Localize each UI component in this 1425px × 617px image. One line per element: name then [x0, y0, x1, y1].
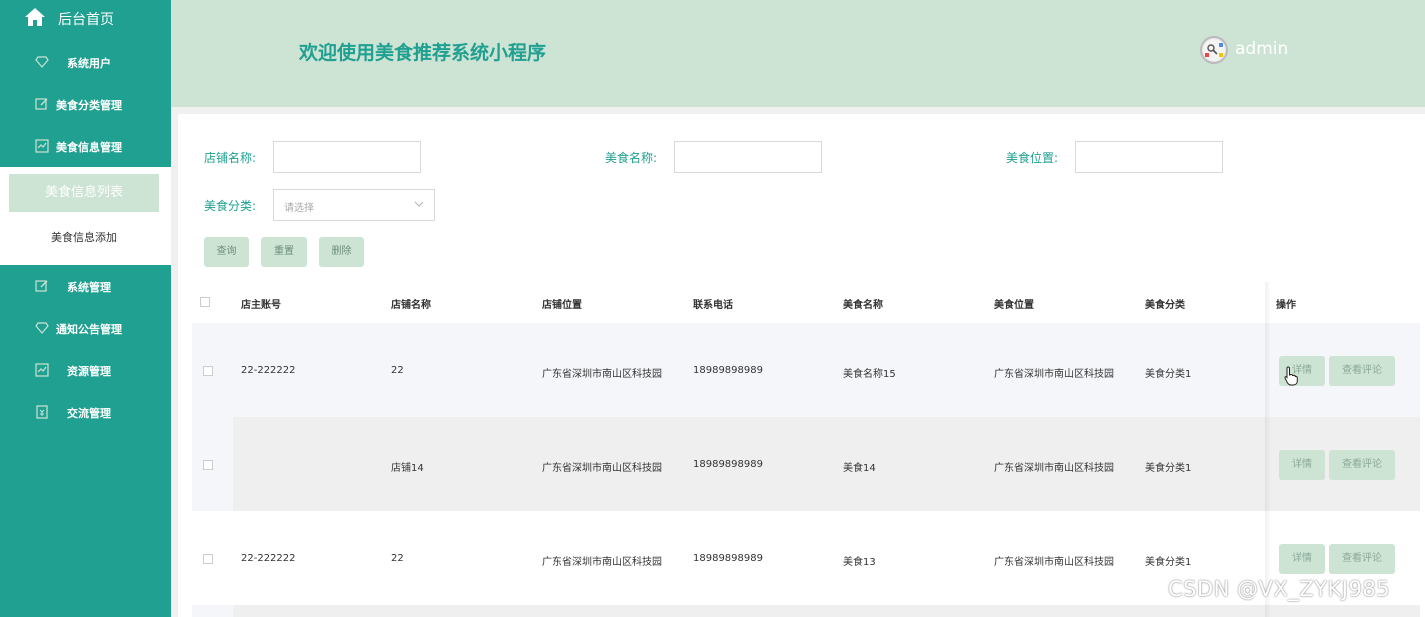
view-reviews-button[interactable]: 查看评论 [1329, 450, 1395, 480]
cell-shop: 店铺14 [391, 463, 424, 474]
reset-button[interactable]: 重置 [261, 237, 307, 267]
shop-name-input[interactable] [273, 141, 421, 173]
cell-phone: 18989898989 [693, 365, 763, 376]
food-category-label: 美食分类: [204, 199, 257, 213]
view-reviews-button[interactable]: 查看评论 [1329, 544, 1395, 574]
food-location-label: 美食位置: [1006, 151, 1059, 165]
select-all-checkbox[interactable] [200, 297, 210, 307]
sidebar-item-food-category[interactable]: 美食分类管理 [0, 83, 171, 125]
column-header: 店铺位置 [542, 300, 582, 311]
row-checkbox[interactable] [203, 460, 213, 470]
watermark: CSDN @VX_ZYKJ985 [1168, 577, 1391, 601]
column-header: 联系电话 [693, 300, 733, 311]
edit-icon [35, 280, 48, 292]
query-button[interactable]: 查询 [204, 237, 249, 267]
sidebar-item-food-info[interactable]: 美食信息管理 [0, 125, 171, 167]
submenu-item-food-list[interactable]: 美食信息列表 [9, 174, 159, 212]
cell-food-location: 广东省深圳市南山区科技园 [994, 557, 1114, 568]
category-placeholder: 请选择 [284, 203, 314, 214]
sidebar-home-label: 后台首页 [58, 12, 114, 28]
sidebar-item-label: 系统用户 [67, 57, 111, 70]
cell-shop-location: 广东省深圳市南山区科技园 [542, 463, 662, 474]
username[interactable]: admin [1235, 39, 1288, 59]
view-reviews-button[interactable]: 查看评论 [1329, 356, 1395, 386]
cell-category: 美食分类1 [1145, 369, 1192, 380]
cell-food: 美食名称15 [843, 369, 896, 380]
row-checkbox[interactable] [203, 554, 213, 564]
column-header: 操作 [1276, 300, 1296, 311]
sidebar-item-home[interactable]: 后台首页 [0, 0, 171, 36]
table-header: 店主账号 店铺名称 店铺位置 联系电话 美食名称 美食位置 美食分类 操作 [192, 282, 1420, 322]
sidebar-item-resources[interactable]: 资源管理 [0, 349, 171, 391]
column-header: 店主账号 [241, 300, 281, 311]
detail-button[interactable]: 详情 [1279, 544, 1325, 574]
fixed-column-shadow [1265, 282, 1271, 617]
sidebar-item-label: 资源管理 [67, 365, 111, 378]
hand-cursor-icon [1284, 366, 1298, 386]
cell-food: 美食14 [843, 463, 876, 474]
table-row: 店铺14 广东省深圳市南山区科技园 18989898989 美食14 广东省深圳… [192, 417, 1420, 511]
cell-shop: 22 [391, 553, 404, 564]
food-name-label: 美食名称: [605, 151, 658, 165]
cell-phone: 18989898989 [693, 459, 763, 470]
cell-shop-location: 广东省深圳市南山区科技园 [542, 369, 662, 380]
cell-food-location: 广东省深圳市南山区科技园 [994, 369, 1114, 380]
shop-name-label: 店铺名称: [204, 151, 257, 165]
sidebar-item-system-manage[interactable]: 系统管理 [0, 265, 171, 307]
chevron-down-icon [414, 201, 424, 207]
row-fill [233, 605, 1420, 617]
food-location-input[interactable] [1075, 141, 1223, 173]
cell-food: 美食13 [843, 557, 876, 568]
chart-icon [35, 139, 49, 153]
detail-button[interactable]: 详情 [1279, 450, 1325, 480]
sidebar-item-label: 交流管理 [67, 407, 111, 420]
delete-button[interactable]: 删除 [319, 237, 364, 267]
shield-icon [36, 405, 48, 419]
cell-phone: 18989898989 [693, 553, 763, 564]
sidebar-item-communication[interactable]: 交流管理 [0, 391, 171, 433]
avatar[interactable] [1200, 36, 1228, 64]
sidebar-item-label: 美食分类管理 [56, 99, 122, 112]
row-checkbox[interactable] [203, 366, 213, 376]
sidebar-item-notice[interactable]: 通知公告管理 [0, 307, 171, 349]
edit-icon [35, 98, 48, 110]
column-header: 店铺名称 [391, 300, 431, 311]
column-header: 美食位置 [994, 300, 1034, 311]
sidebar: 后台首页 系统用户 美食分类管理 美食信息管理 美食信息列表 美食信息添加 系统… [0, 0, 171, 617]
food-category-select[interactable]: 请选择 [273, 189, 435, 221]
sidebar-item-label: 美食信息管理 [56, 141, 122, 154]
home-icon [25, 8, 45, 26]
page-title: 欢迎使用美食推荐系统小程序 [299, 42, 547, 64]
column-header: 美食分类 [1145, 300, 1185, 311]
food-name-input[interactable] [674, 141, 822, 173]
sidebar-item-label: 通知公告管理 [56, 323, 122, 336]
cell-shop-location: 广东省深圳市南山区科技园 [542, 557, 662, 568]
cell-category: 美食分类1 [1145, 463, 1192, 474]
table-row [192, 605, 1420, 617]
table-row: 22-222222 22 广东省深圳市南山区科技园 18989898989 美食… [192, 323, 1420, 417]
sidebar-item-label: 系统管理 [67, 281, 111, 294]
cell-shop: 22 [391, 365, 404, 376]
cell-owner: 22-222222 [241, 553, 296, 564]
chart-icon [35, 363, 49, 377]
avatar-icon [1203, 39, 1225, 61]
diamond-icon [35, 56, 49, 68]
diamond-icon [35, 322, 49, 334]
cell-owner: 22-222222 [241, 365, 296, 376]
submenu-item-food-add[interactable]: 美食信息添加 [9, 219, 159, 257]
cell-category: 美食分类1 [1145, 557, 1192, 568]
sidebar-item-system-users[interactable]: 系统用户 [0, 41, 171, 83]
column-header: 美食名称 [843, 300, 883, 311]
submenu: 美食信息列表 美食信息添加 [0, 167, 171, 265]
top-header: 欢迎使用美食推荐系统小程序 admin [171, 0, 1425, 107]
cell-food-location: 广东省深圳市南山区科技园 [994, 463, 1114, 474]
